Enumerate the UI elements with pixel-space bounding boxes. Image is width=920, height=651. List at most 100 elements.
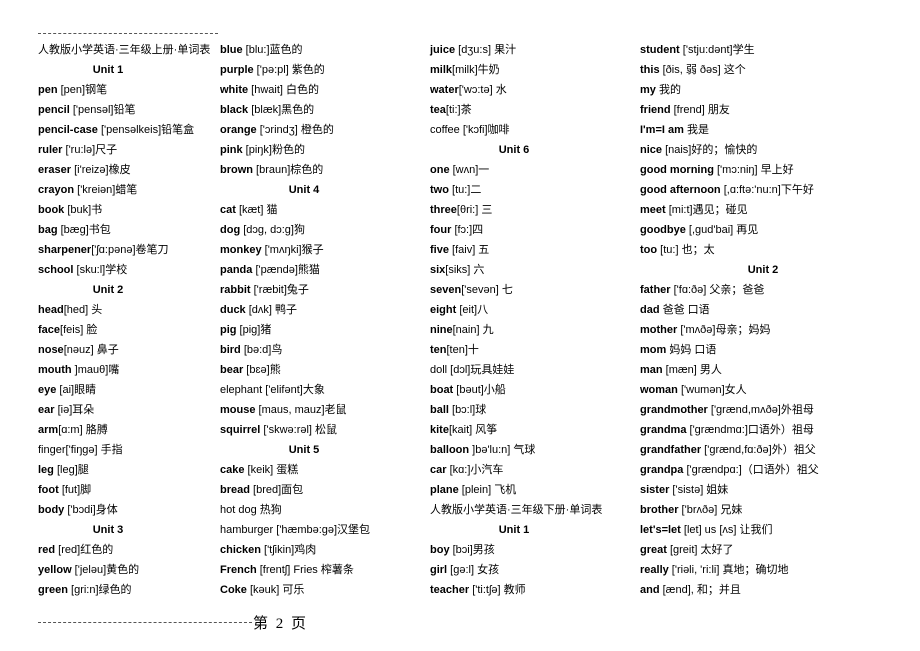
entry-gloss: [tu:]二: [448, 184, 482, 196]
column-1: 人教版小学英语·三年级上册·单词表 Unit 1 pen [pen]钢笔 pencil…: [0, 40, 212, 600]
vocabulary-entry: bear [bɛə]熊: [220, 360, 422, 380]
document-page: 人教版小学英语·三年级上册·单词表 Unit 1 pen [pen]钢笔 pencil…: [0, 0, 920, 651]
entry-gloss: [piŋk]粉色的: [242, 144, 305, 156]
vocabulary-entry: nine[nain] 九: [430, 320, 632, 340]
entry-headword: milk: [430, 64, 453, 76]
entry-headword: woman: [640, 384, 678, 396]
entry-headword: head: [38, 304, 64, 316]
unit-heading: Unit 2: [92, 284, 124, 296]
entry-headword: cake: [220, 464, 245, 476]
vocabulary-entry: man [mæn] 男人: [640, 360, 920, 380]
entry-gloss: ['pensəlkeis]铅笔盒: [97, 124, 195, 136]
vocabulary-entry: blue [blu:]蓝色的: [220, 40, 422, 60]
entry-headword: coffee: [430, 124, 460, 136]
book-title: 人教版小学英语·三年级上册·单词表: [38, 44, 211, 56]
vocabulary-entry: arm[ɑ:m] 胳膊: [38, 420, 212, 440]
entry-headword: monkey: [220, 244, 262, 256]
vocabulary-entry: tea[ti:]茶: [430, 100, 632, 120]
entry-gloss: ['sevən] 七: [461, 284, 513, 296]
entry-gloss: ['pə:pl] 紫色的: [253, 64, 325, 76]
unit-heading: Unit 1: [498, 524, 530, 536]
vocabulary-entry: pink [piŋk]粉色的: [220, 140, 422, 160]
entry-headword: plane: [430, 484, 459, 496]
entry-gloss: [ɡreit] 太好了: [666, 544, 734, 556]
entry-headword: two: [430, 184, 449, 196]
entry-headword: pig: [220, 324, 237, 336]
entry-headword: and: [640, 584, 660, 596]
entry-gloss: [nəuz] 鼻子: [63, 344, 119, 356]
vocabulary-entry: orange ['ɔrindʒ] 橙色的: [220, 120, 422, 140]
entry-headword: pen: [38, 84, 58, 96]
entry-headword: hamburger: [220, 524, 274, 536]
entry-gloss: ['brʌðə] 兄妹: [678, 504, 743, 516]
entry-gloss: [milk]牛奶: [452, 64, 500, 76]
entry-headword: good afternoon: [640, 184, 721, 196]
entry-gloss: [,ɑ:ftə:'nu:n]下午好: [720, 184, 814, 196]
entry-headword: ear: [38, 404, 55, 416]
entry-headword: dog: [220, 224, 241, 236]
vocabulary-entry: and [ænd], 和；并且: [640, 580, 920, 600]
column-2: blue [blu:]蓝色的 purple ['pə:pl] 紫色的 white […: [212, 40, 422, 600]
entry-headword: father: [640, 284, 671, 296]
entry-headword: bag: [38, 224, 58, 236]
entry-headword: squirrel: [220, 424, 261, 436]
top-divider-rule: [38, 33, 218, 34]
entry-gloss: ['bɔdi]身体: [64, 504, 118, 516]
entry-gloss: [hed] 头: [63, 304, 103, 316]
entry-headword: crayon: [38, 184, 75, 196]
entry-headword: duck: [220, 304, 246, 316]
entry-gloss: ['tʃikin]鸡肉: [260, 544, 317, 556]
vocabulary-entry: mom 妈妈 口语: [640, 340, 920, 360]
entry-gloss: [nain] 九: [452, 324, 494, 336]
entry-headword: bird: [220, 344, 241, 356]
unit-heading: Unit 2: [747, 264, 779, 276]
entry-headword: foot: [38, 484, 59, 496]
entry-gloss: [ɡə:l] 女孩: [447, 564, 500, 576]
entry-headword: school: [38, 264, 74, 276]
vocabulary-entry: pen [pen]钢笔: [38, 80, 212, 100]
vocabulary-entry: foot [fut]脚: [38, 480, 212, 500]
vocabulary-entry: water['wɔ:tə] 水: [430, 80, 632, 100]
vocabulary-entry: goodbye [,ɡud'bai] 再见: [640, 220, 920, 240]
entry-headword: this: [640, 64, 660, 76]
entry-headword: ball: [430, 404, 449, 416]
unit-heading: Unit 1: [92, 64, 124, 76]
entry-headword: really: [640, 564, 669, 576]
vocabulary-entry: friend [frend] 朋友: [640, 100, 920, 120]
entry-headword: pencil: [38, 104, 70, 116]
vocabulary-entry: dad 爸爸 口语: [640, 300, 920, 320]
vocabulary-entry: woman ['wumən]女人: [640, 380, 920, 400]
entry-gloss: ['pændə]熊猫: [252, 264, 320, 276]
entry-gloss: ['elifənt]大象: [262, 384, 325, 396]
vocabulary-entry: leg [leɡ]腿: [38, 460, 212, 480]
entry-headword: purple: [220, 64, 254, 76]
vocabulary-entry: French [frentʃ] Fries 榨薯条: [220, 560, 422, 580]
entry-gloss: [bə:d]鸟: [240, 344, 283, 356]
vocabulary-entry: finger['fiŋɡə] 手指: [38, 440, 212, 460]
entry-gloss: ['hæmbə:ɡə]汉堡包: [273, 524, 371, 536]
entry-gloss: 我的: [655, 84, 681, 96]
unit-heading: Unit 4: [288, 184, 320, 196]
entry-gloss: ['mɔ:niŋ] 早上好: [713, 164, 794, 176]
entry-gloss: [buk]书: [64, 204, 103, 216]
vocabulary-entry: grandmother ['ɡrænd,mʌðə]外祖母: [640, 400, 920, 420]
entry-headword: sharpener: [38, 244, 92, 256]
entry-headword: mother: [640, 324, 678, 336]
entry-gloss: ['mʌðə]母亲；妈妈: [677, 324, 771, 336]
vocabulary-entry: eraser [i'reizə]橡皮: [38, 160, 212, 180]
vocabulary-entry: seven['sevən] 七: [430, 280, 632, 300]
vocabulary-entry: bread [bred]面包: [220, 480, 422, 500]
entry-headword: grandfather: [640, 444, 702, 456]
entry-gloss: [sku:l]学校: [73, 264, 128, 276]
entry-gloss: [hwait] 白色的: [248, 84, 320, 96]
entry-headword: brother: [640, 504, 679, 516]
entry-headword: three: [430, 204, 457, 216]
entry-gloss: 爸爸 口语: [659, 304, 710, 316]
vocabulary-entry: grandfather ['ɡrænd,fɑ:ðə]外）祖父: [640, 440, 920, 460]
unit-heading: Unit 5: [288, 444, 320, 456]
vocabulary-entry: eight [eit]八: [430, 300, 632, 320]
entry-gloss: [i'reizə]橡皮: [71, 164, 131, 176]
entry-headword: eight: [430, 304, 457, 316]
entry-headword: mom: [640, 344, 667, 356]
entry-headword: pink: [220, 144, 243, 156]
